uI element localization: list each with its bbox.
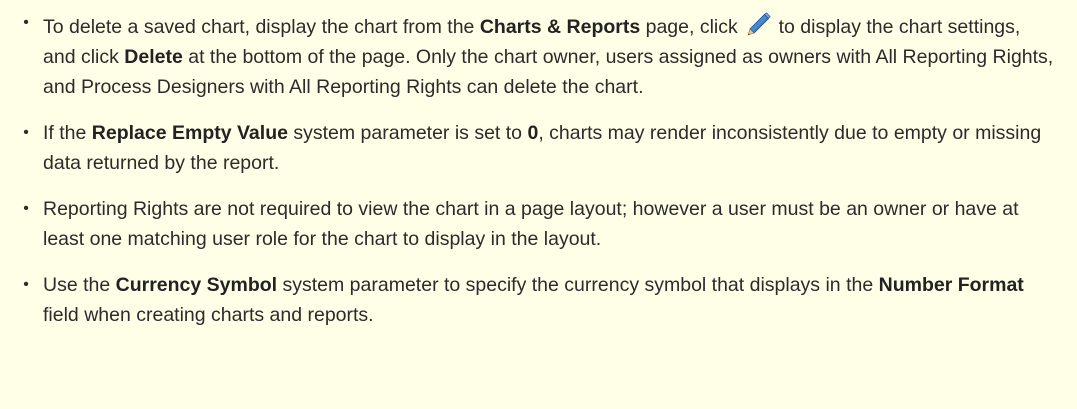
note-text: If the xyxy=(43,122,92,144)
note-text: system parameter to specify the currency… xyxy=(277,274,879,296)
ui-term-replace-empty-value: Replace Empty Value xyxy=(91,122,288,144)
note-text: system parameter is set to xyxy=(287,122,528,144)
bullet: • xyxy=(23,124,29,141)
ui-term-charts-reports: Charts & Reports xyxy=(479,16,641,38)
ui-term-delete: Delete xyxy=(124,46,183,68)
pencil-icon xyxy=(745,12,771,38)
note-text: Reporting Rights are not required to vie… xyxy=(43,198,1019,250)
note-text: at the bottom of the page. Only the char… xyxy=(43,46,1054,98)
note-text: page, click xyxy=(640,16,744,38)
note-text: field when creating charts and reports. xyxy=(43,304,374,326)
bullet: • xyxy=(23,14,29,31)
note-currency-symbol: • Use the Currency Symbol system paramet… xyxy=(0,270,1077,330)
ui-term-currency-symbol: Currency Symbol xyxy=(115,274,278,296)
note-text: Use the xyxy=(43,274,116,296)
note-delete-chart: • To delete a saved chart, display the c… xyxy=(0,12,1077,102)
bullet: • xyxy=(23,276,29,293)
bullet: • xyxy=(23,200,29,217)
note-text: To delete a saved chart, display the cha… xyxy=(43,16,480,38)
note-reporting-rights: • Reporting Rights are not required to v… xyxy=(0,194,1077,254)
ui-term-zero: 0 xyxy=(527,122,539,144)
ui-term-number-format: Number Format xyxy=(878,274,1024,296)
notes-list: • To delete a saved chart, display the c… xyxy=(0,12,1077,330)
note-replace-empty-value: • If the Replace Empty Value system para… xyxy=(0,118,1077,178)
